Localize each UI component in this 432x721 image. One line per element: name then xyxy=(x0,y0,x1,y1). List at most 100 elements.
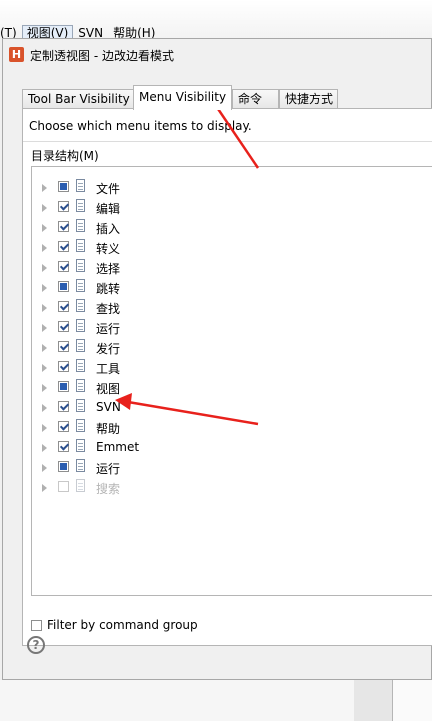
tree-item[interactable]: 运行 xyxy=(32,317,432,337)
tab-commands[interactable]: 命令 xyxy=(232,89,279,109)
panel-prompt: Choose which menu items to display. xyxy=(29,119,252,133)
tree-item-checkbox[interactable] xyxy=(58,441,69,452)
expand-arrow-icon[interactable] xyxy=(42,244,47,252)
tree-item-checkbox[interactable] xyxy=(58,301,69,312)
menu-document-icon xyxy=(76,179,85,192)
menu-document-icon xyxy=(76,279,85,292)
tree-item-label: 文件 xyxy=(96,182,121,196)
expand-arrow-icon[interactable] xyxy=(42,264,47,272)
tree-item[interactable]: SVN xyxy=(32,397,432,417)
tab-toolbar-visibility[interactable]: Tool Bar Visibility xyxy=(22,89,134,109)
tree-item-checkbox[interactable] xyxy=(58,361,69,372)
dialog-title: 定制透视图 - 边改边看模式 xyxy=(30,49,174,63)
menu-document-icon xyxy=(76,479,85,492)
dialog-titlebar: H 定制透视图 - 边改边看模式 xyxy=(3,39,431,69)
menu-document-icon xyxy=(76,459,85,472)
tree-item-label: 发行 xyxy=(96,342,121,356)
expand-arrow-icon[interactable] xyxy=(42,204,47,212)
tree-item-checkbox[interactable] xyxy=(58,481,69,492)
expand-arrow-icon[interactable] xyxy=(42,464,47,472)
tree-item-label: 插入 xyxy=(96,222,121,236)
divider xyxy=(23,141,432,142)
tree-item-checkbox[interactable] xyxy=(58,241,69,252)
tree-item-label: 视图 xyxy=(96,382,121,396)
tree-item[interactable]: 文件 xyxy=(32,177,432,197)
expand-arrow-icon[interactable] xyxy=(42,404,47,412)
app-logo-icon: H xyxy=(9,47,24,62)
menu-bar: (T) 视图(V) SVN 帮助(H) xyxy=(0,0,432,41)
tree-item[interactable]: 选择 xyxy=(32,257,432,277)
tree-item[interactable]: 跳转 xyxy=(32,277,432,297)
menu-document-icon xyxy=(76,379,85,392)
tree-item[interactable]: 帮助 xyxy=(32,417,432,437)
background-window-strip xyxy=(354,680,392,721)
tree-item-checkbox[interactable] xyxy=(58,181,69,192)
tab-menu-visibility[interactable]: Menu Visibility xyxy=(133,85,232,110)
tree-item-checkbox[interactable] xyxy=(58,321,69,332)
filter-checkbox[interactable] xyxy=(31,620,42,631)
tree-item-label: 运行 xyxy=(96,462,121,476)
tree-item[interactable]: 转义 xyxy=(32,237,432,257)
tree-item-checkbox[interactable] xyxy=(58,421,69,432)
tree-item-checkbox[interactable] xyxy=(58,201,69,212)
menu-document-icon xyxy=(76,319,85,332)
expand-arrow-icon[interactable] xyxy=(42,444,47,452)
tree-item[interactable]: 搜索 xyxy=(32,477,432,497)
tree-label: 目录结构(M) xyxy=(31,149,99,163)
expand-arrow-icon[interactable] xyxy=(42,384,47,392)
customize-perspective-dialog: H 定制透视图 - 边改边看模式 Tool Bar Visibility Men… xyxy=(2,38,432,680)
filter-label: Filter by command group xyxy=(47,618,198,632)
expand-arrow-icon[interactable] xyxy=(42,484,47,492)
tree-item-label: 跳转 xyxy=(96,282,121,296)
expand-arrow-icon[interactable] xyxy=(42,324,47,332)
menu-document-icon xyxy=(76,299,85,312)
expand-arrow-icon[interactable] xyxy=(42,304,47,312)
tree-item-checkbox[interactable] xyxy=(58,261,69,272)
tree-item[interactable]: 插入 xyxy=(32,217,432,237)
tree-item-label: 转义 xyxy=(96,242,121,256)
tree-item-label: 选择 xyxy=(96,262,121,276)
tree-item[interactable]: 视图 xyxy=(32,377,432,397)
tree-item[interactable]: 查找 xyxy=(32,297,432,317)
menu-document-icon xyxy=(76,339,85,352)
tree-item-label: 编辑 xyxy=(96,202,121,216)
menu-document-icon xyxy=(76,199,85,212)
expand-arrow-icon[interactable] xyxy=(42,424,47,432)
tree-item[interactable]: 发行 xyxy=(32,337,432,357)
tree-item-label: 查找 xyxy=(96,302,121,316)
expand-arrow-icon[interactable] xyxy=(42,184,47,192)
tree-item[interactable]: 编辑 xyxy=(32,197,432,217)
menu-visibility-panel: Choose which menu items to display. 目录结构… xyxy=(22,108,432,646)
background-window-strip-right xyxy=(392,680,432,721)
menu-document-icon xyxy=(76,359,85,372)
menu-document-icon xyxy=(76,439,85,452)
tree-item[interactable]: Emmet xyxy=(32,437,432,457)
tree-item-label: Emmet xyxy=(96,440,140,454)
tree-item-label: 工具 xyxy=(96,362,121,376)
menu-document-icon xyxy=(76,259,85,272)
expand-arrow-icon[interactable] xyxy=(42,344,47,352)
tree-item-label: 搜索 xyxy=(96,482,121,496)
tree-item-checkbox[interactable] xyxy=(58,381,69,392)
expand-arrow-icon[interactable] xyxy=(42,224,47,232)
tree-item-label: 帮助 xyxy=(96,422,121,436)
tree-item-checkbox[interactable] xyxy=(58,281,69,292)
tree-item-checkbox[interactable] xyxy=(58,221,69,232)
menu-document-icon xyxy=(76,419,85,432)
tree-item-label: 运行 xyxy=(96,322,121,336)
menu-document-icon xyxy=(76,399,85,412)
tree-item-label: SVN xyxy=(96,400,121,414)
menu-document-icon xyxy=(76,239,85,252)
background-window-edge xyxy=(0,680,354,721)
help-icon[interactable]: ? xyxy=(27,636,45,654)
menu-tree[interactable]: 文件 编辑 插入 转义 选择 跳转 查找 运行 发行 工具 视图 SVN 帮助 Emmet 运行 搜索 xyxy=(31,166,432,596)
tree-item-checkbox[interactable] xyxy=(58,401,69,412)
tree-item-checkbox[interactable] xyxy=(58,461,69,472)
tree-item[interactable]: 工具 xyxy=(32,357,432,377)
tree-item[interactable]: 运行 xyxy=(32,457,432,477)
expand-arrow-icon[interactable] xyxy=(42,364,47,372)
tree-item-checkbox[interactable] xyxy=(58,341,69,352)
tab-shortcuts[interactable]: 快捷方式 xyxy=(279,89,338,109)
expand-arrow-icon[interactable] xyxy=(42,284,47,292)
menu-document-icon xyxy=(76,219,85,232)
